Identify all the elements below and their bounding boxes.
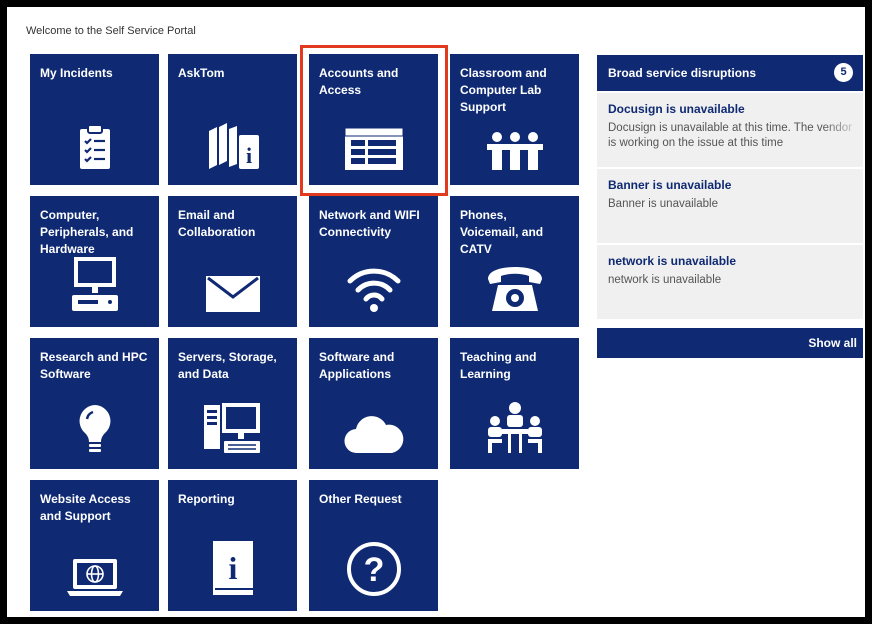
wifi-icon [309,265,438,313]
tile-asktom[interactable]: AskTom i [168,54,297,185]
tile-computer-peripherals-hardware[interactable]: Computer, Peripherals, and Hardware [30,196,159,327]
desktop-computer-icon [30,255,159,313]
tile-website-access-support[interactable]: Website Access and Support [30,480,159,611]
tile-label: Teaching and Learning [460,350,537,381]
svg-text:?: ? [363,551,384,589]
disruption-title: network is unavailable [608,254,737,268]
disruption-description: Docusign is unavailable at this time. Th… [608,122,852,149]
tile-my-incidents[interactable]: My Incidents [30,54,159,185]
disruption-description: network is unavailable [608,274,722,286]
tile-label: Phones, Voicemail, and CATV [460,208,544,256]
tile-reporting[interactable]: Reporting i [168,480,297,611]
show-all-link[interactable]: Show all [808,336,857,350]
disruption-item[interactable]: Banner is unavailable Banner is unavaila… [597,169,863,243]
tile-teaching-learning[interactable]: Teaching and Learning [450,338,579,469]
panel-header: Broad service disruptions 5 [597,55,863,91]
disruption-item[interactable]: network is unavailable network is unavai… [597,245,863,319]
tile-label: Network and WIFI Connectivity [319,208,420,239]
meeting-table-icon [450,401,579,455]
tile-label: Computer, Peripherals, and Hardware [40,208,134,256]
lightbulb-icon [30,403,159,455]
tile-software-applications[interactable]: Software and Applications [309,338,438,469]
disruption-title: Docusign is unavailable [608,102,745,116]
service-disruptions-panel: Broad service disruptions 5 Docusign is … [597,55,863,358]
tile-label: Software and Applications [319,350,395,381]
disruption-count-badge: 5 [834,63,853,82]
disruption-title: Banner is unavailable [608,178,732,192]
classroom-seats-icon [450,131,579,171]
tile-label: Accounts and Access [319,66,399,97]
portal-frame: Welcome to the Self Service Portal My In… [7,7,865,617]
tile-servers-storage-data[interactable]: Servers, Storage, and Data [168,338,297,469]
cloud-icon [309,415,438,455]
tile-label: Website Access and Support [40,492,131,523]
tile-research-hpc-software[interactable]: Research and HPC Software [30,338,159,469]
tile-label: Other Request [319,492,402,506]
info-book-icon: i [168,539,297,597]
tile-network-wifi[interactable]: Network and WIFI Connectivity [309,196,438,327]
question-circle-icon: ? [309,541,438,597]
text-fade [823,93,863,167]
window-form-icon [309,127,438,171]
tile-accounts-and-access[interactable]: Accounts and Access [309,54,438,185]
tile-label: Email and Collaboration [178,208,256,239]
tile-label: Servers, Storage, and Data [178,350,277,381]
tile-label: Reporting [178,492,235,506]
svg-text:i: i [228,550,237,586]
tile-phones-voicemail-catv[interactable]: Phones, Voicemail, and CATV [450,196,579,327]
tile-label: Classroom and Computer Lab Support [460,66,547,114]
tile-classroom-lab-support[interactable]: Classroom and Computer Lab Support [450,54,579,185]
laptop-globe-icon [30,557,159,597]
clipboard-checklist-icon [30,123,159,171]
panel-title: Broad service disruptions [608,66,757,80]
disruption-item[interactable]: Docusign is unavailable Docusign is unav… [597,93,863,167]
page-title: Welcome to the Self Service Portal [26,25,196,37]
tile-label: Research and HPC Software [40,350,148,381]
tile-label: AskTom [178,66,225,80]
server-monitor-icon [168,401,297,455]
tile-label: My Incidents [40,66,113,80]
books-info-icon: i [168,121,297,171]
envelope-icon [168,275,297,313]
tile-other-request[interactable]: Other Request ? [309,480,438,611]
telephone-icon [450,263,579,313]
tile-email-collaboration[interactable]: Email and Collaboration [168,196,297,327]
disruption-description: Banner is unavailable [608,198,718,210]
panel-footer: Show all [597,328,863,358]
svg-text:i: i [245,143,251,168]
